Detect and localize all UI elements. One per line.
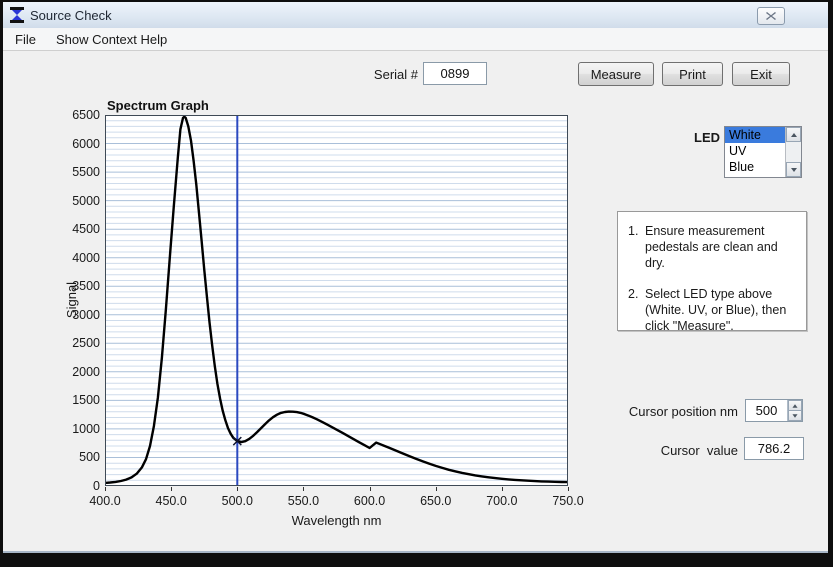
plot-area[interactable] <box>105 115 568 486</box>
x-tick-mark <box>303 487 304 491</box>
x-tick-label: 450.0 <box>149 494 193 508</box>
scroll-up-button[interactable] <box>786 127 801 142</box>
arrow-up-icon <box>792 404 797 407</box>
x-tick-mark <box>568 487 569 491</box>
cursor-position-value[interactable]: 500 <box>746 400 787 421</box>
instructions-box: 1. Ensure measurement pedestals are clea… <box>617 211 807 331</box>
serial-label: Serial # <box>346 67 418 82</box>
led-label: LED <box>658 130 720 145</box>
instruction-text: Ensure measurement pedestals are clean a… <box>645 223 798 271</box>
app-window: Source Check File Show Context Help Seri… <box>3 2 828 553</box>
y-tick-label: 6000 <box>62 137 100 151</box>
measure-button[interactable]: Measure <box>578 62 654 86</box>
serial-value: 0899 <box>441 66 470 81</box>
spin-down-button[interactable] <box>788 411 802 421</box>
y-tick-label: 3500 <box>62 279 100 293</box>
x-tick-label: 750.0 <box>546 494 590 508</box>
cursor-value: 786.2 <box>758 441 791 456</box>
close-icon <box>766 12 776 20</box>
led-option-uv[interactable]: UV <box>725 143 785 159</box>
y-tick-label: 2500 <box>62 336 100 350</box>
serial-input[interactable]: 0899 <box>423 62 487 85</box>
print-button[interactable]: Print <box>662 62 723 86</box>
y-tick-label: 4000 <box>62 251 100 265</box>
hourglass-icon <box>10 7 24 23</box>
arrow-down-icon <box>791 168 797 172</box>
menu-show-context-help[interactable]: Show Context Help <box>46 29 177 50</box>
y-tick-label: 5500 <box>62 165 100 179</box>
y-tick-label: 0 <box>62 479 100 493</box>
menubar: File Show Context Help <box>3 28 828 51</box>
led-scrollbar[interactable] <box>785 127 801 177</box>
y-tick-label: 1000 <box>62 422 100 436</box>
instruction-number: 2. <box>628 286 645 334</box>
cursor-position-spinner <box>787 400 802 421</box>
x-tick-label: 650.0 <box>414 494 458 508</box>
window-title: Source Check <box>30 8 112 23</box>
x-tick-mark <box>171 487 172 491</box>
x-tick-label: 500.0 <box>215 494 259 508</box>
x-tick-mark <box>502 487 503 491</box>
titlebar[interactable]: Source Check <box>3 2 828 28</box>
instruction-text: Select LED type above (White. UV, or Blu… <box>645 286 798 334</box>
x-tick-mark <box>105 487 106 491</box>
x-tick-mark <box>436 487 437 491</box>
y-tick-label: 6500 <box>62 108 100 122</box>
arrow-down-icon <box>792 414 797 417</box>
led-listbox[interactable]: WhiteUVBlue <box>724 126 802 178</box>
cursor-value-field: 786.2 <box>744 437 804 460</box>
spectrum-chart: Spectrum Graph Signal 050010001500200025… <box>62 95 592 545</box>
instruction-item: 2. Select LED type above (White. UV, or … <box>628 286 798 334</box>
x-tick-label: 550.0 <box>281 494 325 508</box>
led-option-white[interactable]: White <box>725 127 785 143</box>
scroll-down-button[interactable] <box>786 162 801 177</box>
spin-up-button[interactable] <box>788 400 802 411</box>
x-tick-mark <box>370 487 371 491</box>
close-button[interactable] <box>757 7 785 25</box>
chart-title: Spectrum Graph <box>107 98 209 113</box>
y-tick-label: 500 <box>62 450 100 464</box>
y-tick-label: 1500 <box>62 393 100 407</box>
exit-button[interactable]: Exit <box>732 62 790 86</box>
x-axis-label: Wavelength nm <box>105 513 568 528</box>
led-option-blue[interactable]: Blue <box>725 159 785 175</box>
led-options: WhiteUVBlue <box>725 127 785 177</box>
x-tick-label: 700.0 <box>480 494 524 508</box>
cursor-position-input[interactable]: 500 <box>745 399 803 422</box>
y-tick-label: 5000 <box>62 194 100 208</box>
x-tick-label: 600.0 <box>348 494 392 508</box>
menu-file[interactable]: File <box>5 29 46 50</box>
x-tick-label: 400.0 <box>83 494 127 508</box>
y-tick-label: 2000 <box>62 365 100 379</box>
cursor-position-label: Cursor position nm <box>563 404 738 419</box>
y-tick-label: 3000 <box>62 308 100 322</box>
arrow-up-icon <box>791 133 797 137</box>
y-tick-label: 4500 <box>62 222 100 236</box>
instruction-number: 1. <box>628 223 645 271</box>
cursor-value-label: Cursor value <box>563 443 738 458</box>
x-tick-mark <box>237 487 238 491</box>
instruction-item: 1. Ensure measurement pedestals are clea… <box>628 223 798 271</box>
